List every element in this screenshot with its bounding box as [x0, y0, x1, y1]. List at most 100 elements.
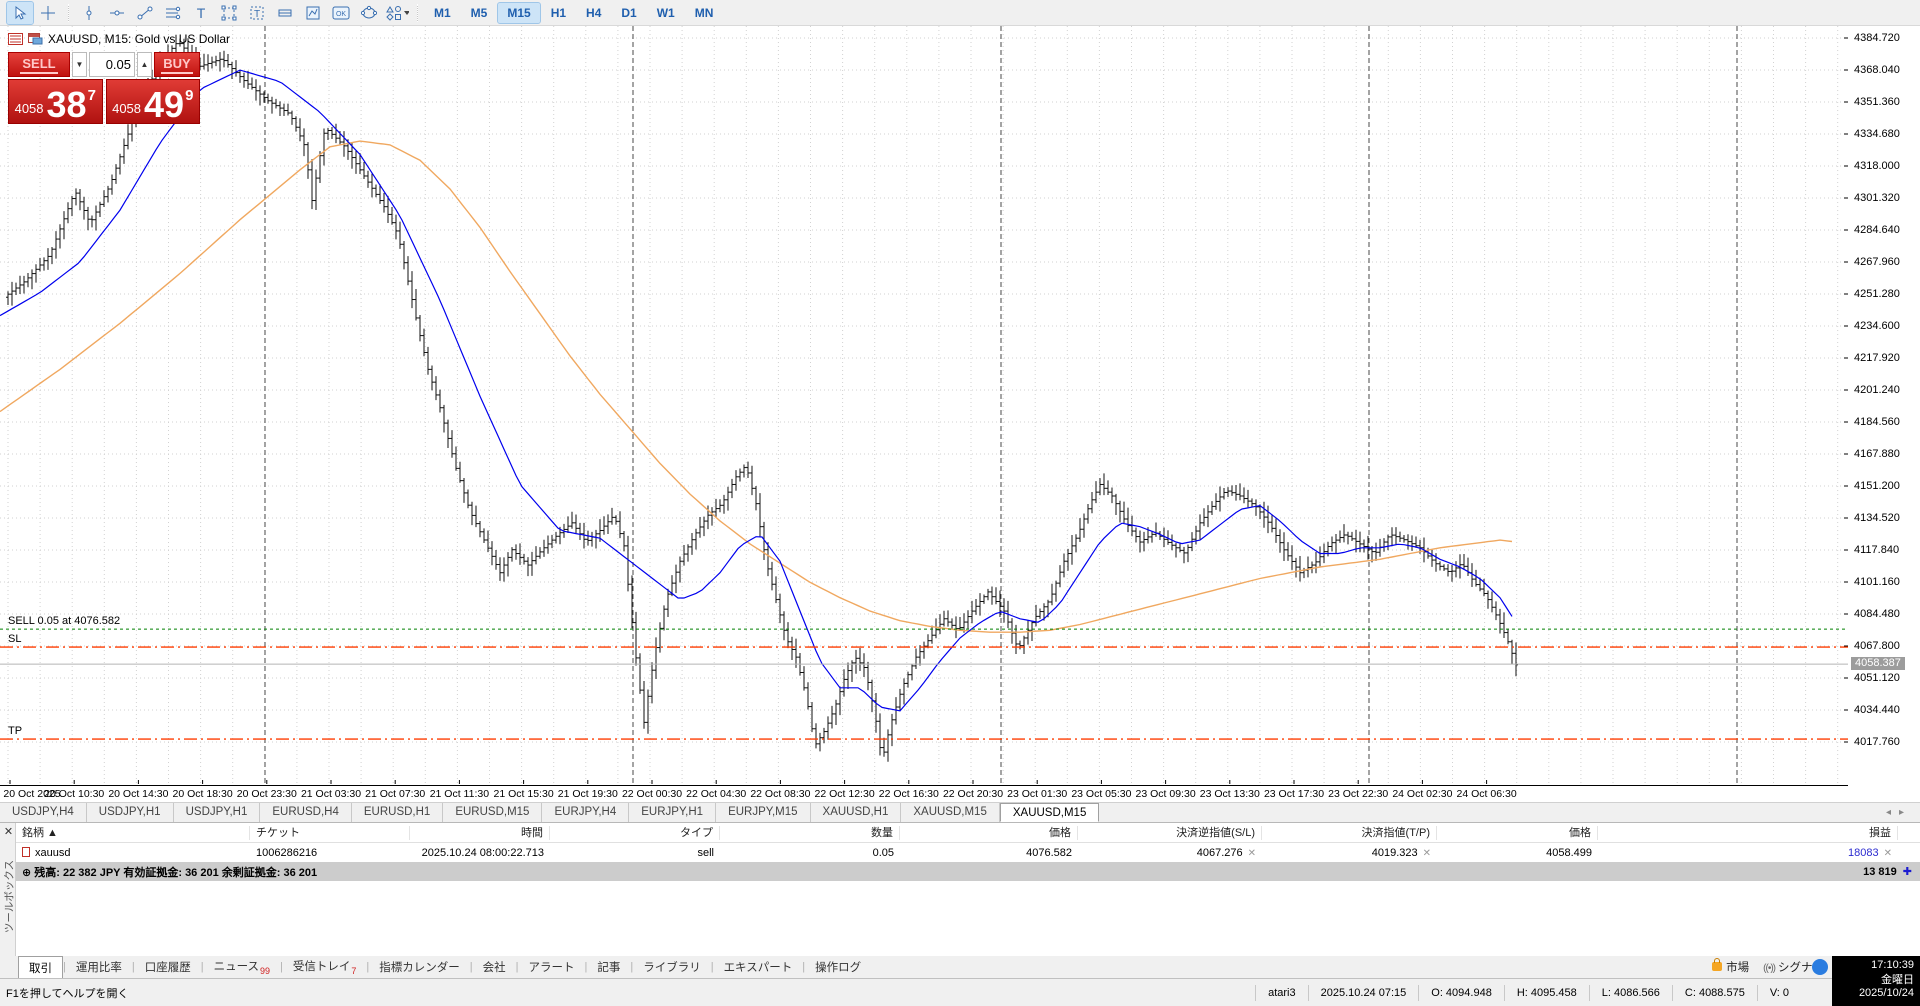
toolbox-tab-0[interactable]: 取引 [18, 956, 63, 979]
column-header[interactable]: タイプ [550, 826, 720, 840]
timeframe-h1[interactable]: H1 [542, 3, 575, 23]
chart-window-icon[interactable] [28, 33, 43, 45]
new-order-button[interactable]: ✚ [1903, 865, 1912, 878]
ok-tool[interactable]: OK [328, 2, 354, 24]
fibo-tool[interactable] [272, 2, 298, 24]
trade-table-row[interactable]: xauusd10062862162025.10.24 08:00:22.713s… [16, 843, 1920, 862]
equidistant-channel-tool[interactable] [160, 2, 186, 24]
price-axis: 4384.7204368.0404351.3604334.6804318.000… [1848, 26, 1920, 786]
expand-icon[interactable]: ⊕ [22, 867, 34, 879]
time-tick: 22 Oct 12:30 [815, 788, 875, 800]
column-header[interactable]: 価格 [900, 826, 1078, 840]
chart-tab-eurusd-m15[interactable]: EURUSD,M15 [443, 803, 542, 822]
price-tick: 4368.040 [1854, 64, 1918, 76]
timeframe-w1[interactable]: W1 [648, 3, 684, 23]
floating-profit: 13 819 [1863, 866, 1897, 878]
timeframe-m1[interactable]: M1 [425, 3, 460, 23]
cursor-tool[interactable] [7, 2, 33, 24]
clock-overlay: 17:10:39 金曜日 2025/10/24 [1832, 956, 1920, 1006]
toolbox-tab-8[interactable]: 記事 [587, 956, 630, 978]
horizontal-line-tool[interactable] [104, 2, 130, 24]
text-tool[interactable]: T [188, 2, 214, 24]
time-tick: 22 Oct 20:30 [943, 788, 1003, 800]
buy-button[interactable]: BUY [154, 52, 200, 77]
toolbox-tab-6[interactable]: 会社 [473, 956, 516, 978]
toolbox-tab-4[interactable]: 受信トレイ7 [283, 955, 367, 978]
time-tick: 24 Oct 02:30 [1392, 788, 1452, 800]
clock-time: 17:10:39 [1832, 959, 1914, 971]
chart-canvas[interactable] [0, 26, 1848, 786]
column-header[interactable]: 価格 [1437, 826, 1598, 840]
time-tick: 24 Oct 06:30 [1457, 788, 1517, 800]
crosshair-tool[interactable] [35, 2, 61, 24]
column-header[interactable]: 決済逆指値(S/L) [1078, 826, 1262, 840]
sell-price-display[interactable]: 4058387 [8, 79, 103, 124]
chart-tab-eurjpy-h4[interactable]: EURJPY,H4 [542, 803, 629, 822]
price-tick: 4301.320 [1854, 192, 1918, 204]
time-tick: 21 Oct 07:30 [365, 788, 425, 800]
tab-scroll-arrows[interactable]: ◂▸ [1886, 807, 1912, 818]
text-label-tool[interactable]: T [244, 2, 270, 24]
row-cell: xauusd [16, 847, 250, 859]
chart-tab-eurusd-h4[interactable]: EURUSD,H4 [260, 803, 351, 822]
column-header[interactable]: 数量 [720, 826, 900, 840]
chart-tab-xauusd-m15[interactable]: XAUUSD,M15 [1000, 803, 1100, 822]
row-cell: 1006286216 [250, 847, 410, 859]
column-header[interactable]: チケット [250, 826, 410, 840]
rectangle-tool[interactable] [216, 2, 242, 24]
column-header[interactable]: 損益 [1598, 826, 1898, 840]
community-icon[interactable] [1812, 959, 1828, 975]
toolbox-vertical-tab[interactable]: ツールボックス [0, 823, 16, 957]
time-tick: 20 Oct 14:30 [108, 788, 168, 800]
trendline-tool[interactable] [132, 2, 158, 24]
price-tick: 4017.760 [1854, 736, 1918, 748]
row-cell: 18083✕ [1598, 847, 1898, 859]
toolbox-tab-7[interactable]: アラート [518, 956, 584, 978]
chart-tab-eurusd-h1[interactable]: EURUSD,H1 [352, 803, 443, 822]
toolbox-tab-3[interactable]: ニュース99 [204, 955, 280, 978]
toolbox-tab-5[interactable]: 指標カレンダー [369, 956, 470, 978]
toolbox-tab-9[interactable]: ライブラリ [633, 956, 711, 978]
chart-tab-usdjpy-h1[interactable]: USDJPY,H1 [87, 803, 174, 822]
timeframe-h4[interactable]: H4 [577, 3, 610, 23]
volume-decrease-button[interactable]: ▼ [72, 52, 87, 77]
timeframe-d1[interactable]: D1 [612, 3, 645, 23]
shapes-dropdown-tool[interactable] [384, 2, 410, 24]
column-header[interactable]: 決済指値(T/P) [1262, 826, 1437, 840]
buy-price-display[interactable]: 4058499 [106, 79, 201, 124]
column-header[interactable]: 時間 [410, 826, 550, 840]
chart-tab-eurjpy-h1[interactable]: EURJPY,H1 [629, 803, 716, 822]
sell-button[interactable]: SELL [8, 52, 70, 77]
chart-tab-eurjpy-m15[interactable]: EURJPY,M15 [716, 803, 810, 822]
toolbox-close-button[interactable]: ✕ [2, 826, 15, 839]
toolbox-tab-2[interactable]: 口座履歴 [135, 956, 201, 978]
ellipse-tool[interactable] [356, 2, 382, 24]
chart-tab-xauusd-m15[interactable]: XAUUSD,M15 [901, 803, 1000, 822]
vertical-line-tool[interactable] [76, 2, 102, 24]
status-bar: F1を押してヘルプを開く atari32025.10.24 07:15O: 40… [0, 978, 1920, 1006]
chart-tab-usdjpy-h1[interactable]: USDJPY,H1 [174, 803, 261, 822]
indicators-tool[interactable] [300, 2, 326, 24]
volume-input[interactable] [89, 52, 135, 77]
market-button[interactable]: 市場 [1712, 959, 1749, 975]
timeframe-m5[interactable]: M5 [462, 3, 497, 23]
column-header[interactable]: 銘柄 ▲ [16, 826, 250, 840]
chart-tab-usdjpy-h4[interactable]: USDJPY,H4 [0, 803, 87, 822]
timeframe-mn[interactable]: MN [686, 3, 723, 23]
svg-text:T: T [254, 9, 260, 20]
remove-sltp-button[interactable]: ✕ [1423, 848, 1431, 859]
remove-sltp-button[interactable]: ✕ [1248, 848, 1256, 859]
chart-tab-xauusd-h1[interactable]: XAUUSD,H1 [811, 803, 902, 822]
depth-of-market-icon[interactable] [8, 33, 23, 45]
toolbox-tab-11[interactable]: 操作ログ [805, 956, 871, 978]
toolbox-tab-1[interactable]: 運用比率 [66, 956, 132, 978]
chart-window[interactable]: 4384.7204368.0404351.3604334.6804318.000… [0, 26, 1920, 802]
timeframe-m15[interactable]: M15 [498, 3, 539, 23]
toolbox-tab-10[interactable]: エキスパート [714, 956, 803, 978]
close-position-button[interactable]: ✕ [1884, 848, 1892, 859]
price-tick: 4318.000 [1854, 160, 1918, 172]
volume-increase-button[interactable]: ▲ [137, 52, 152, 77]
price-tick: 4034.440 [1854, 704, 1918, 716]
time-tick: 20 Oct 18:30 [173, 788, 233, 800]
time-tick: 20 Oct 10:30 [44, 788, 104, 800]
